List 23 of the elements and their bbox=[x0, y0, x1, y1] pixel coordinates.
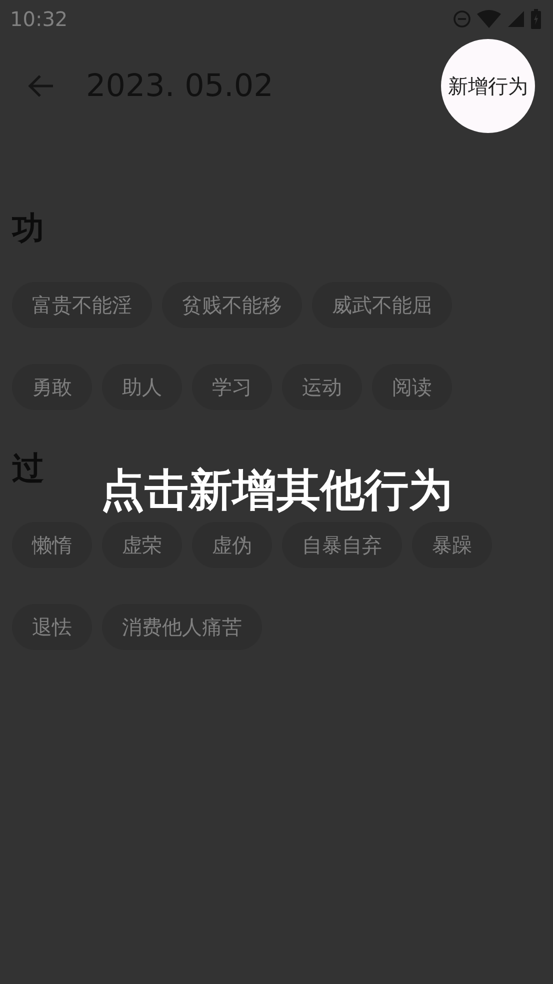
behavior-chip[interactable]: 富贵不能淫 bbox=[12, 282, 152, 328]
behavior-chip[interactable]: 阅读 bbox=[372, 364, 452, 410]
add-behavior-button[interactable]: 新增行为 bbox=[441, 39, 535, 133]
behavior-chip[interactable]: 虚荣 bbox=[102, 522, 182, 568]
behavior-chip[interactable]: 贫贱不能移 bbox=[162, 282, 302, 328]
battery-icon bbox=[531, 9, 541, 29]
behavior-chip[interactable]: 消费他人痛苦 bbox=[102, 604, 262, 650]
behavior-chip[interactable]: 懒惰 bbox=[12, 522, 92, 568]
behavior-chip[interactable]: 退怯 bbox=[12, 604, 92, 650]
behavior-chip[interactable]: 威武不能屈 bbox=[312, 282, 452, 328]
behavior-chip[interactable]: 虚伪 bbox=[192, 522, 272, 568]
back-arrow-icon[interactable] bbox=[28, 74, 54, 98]
hint-text: 点击新增其他行为 bbox=[100, 466, 452, 516]
wifi-icon bbox=[477, 10, 501, 28]
behavior-chip[interactable]: 学习 bbox=[192, 364, 272, 410]
behavior-chip[interactable]: 自暴自弃 bbox=[282, 522, 402, 568]
behavior-chip[interactable]: 助人 bbox=[102, 364, 182, 410]
behavior-chip[interactable]: 勇敢 bbox=[12, 364, 92, 410]
behavior-chip[interactable]: 暴躁 bbox=[412, 522, 492, 568]
signal-icon bbox=[507, 10, 525, 28]
behavior-chip[interactable]: 运动 bbox=[282, 364, 362, 410]
status-time: 10:32 bbox=[10, 7, 68, 31]
do-not-disturb-icon bbox=[453, 10, 471, 28]
